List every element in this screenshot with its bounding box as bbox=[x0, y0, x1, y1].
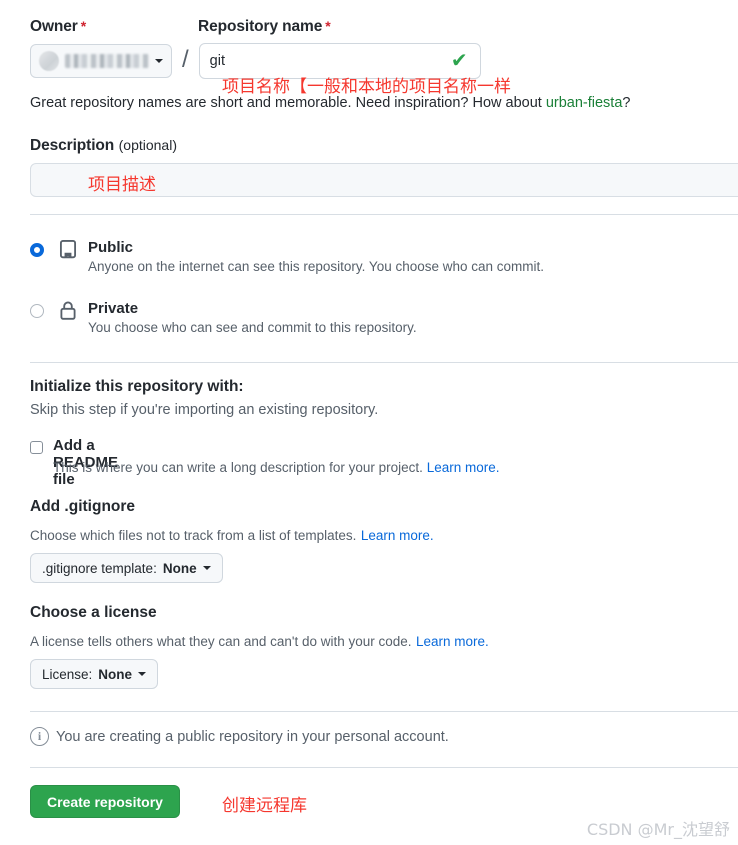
avatar bbox=[39, 51, 59, 71]
repo-name-label: Repository name bbox=[198, 18, 323, 35]
description-label: Description bbox=[30, 137, 115, 154]
radio-private[interactable] bbox=[30, 304, 44, 318]
visibility-private-title: Private bbox=[88, 300, 139, 317]
repository-name-value: git bbox=[209, 53, 225, 69]
initialize-subtitle: Skip this step if you're importing an ex… bbox=[30, 401, 378, 419]
readme-description-text: This is where you can write a long descr… bbox=[53, 460, 423, 475]
annotation-create-repository: 创建远程库 bbox=[222, 796, 307, 816]
license-description-text: A license tells others what they can and… bbox=[30, 634, 412, 649]
chevron-down-icon bbox=[155, 59, 163, 63]
gitignore-template-dropdown-value: None bbox=[162, 560, 197, 576]
gitignore-title-text: Add .gitignore bbox=[30, 498, 136, 515]
repo-name-help-prefix: Great repository names are short and mem… bbox=[30, 95, 546, 111]
info-icon: i bbox=[30, 727, 49, 746]
gitignore-learn-more-link[interactable]: Learn more. bbox=[361, 528, 434, 543]
gitignore-template-dropdown-wrap: .gitignore template: None bbox=[30, 553, 223, 583]
gitignore-title: Add .gitignore bbox=[30, 498, 135, 516]
repo-name-help: Great repository names are short and mem… bbox=[30, 95, 630, 111]
owner-label: Owner bbox=[30, 18, 78, 35]
license-dropdown-wrap: License: None bbox=[30, 659, 159, 689]
create-repository-button[interactable]: Create repository bbox=[30, 785, 180, 818]
initialize-title: Initialize this repository with: bbox=[30, 378, 244, 396]
inputs-line: / git ✔ bbox=[30, 43, 720, 79]
readme-learn-more-link[interactable]: Learn more. bbox=[427, 460, 500, 475]
checkbox-add-readme[interactable] bbox=[30, 441, 43, 454]
license-description: A license tells others what they can and… bbox=[30, 632, 489, 652]
repo-name-suggestion-link[interactable]: urban-fiesta bbox=[546, 95, 623, 111]
radio-public[interactable] bbox=[30, 243, 44, 257]
license-title-text: Choose a license bbox=[30, 604, 157, 621]
check-icon: ✔ bbox=[450, 50, 468, 72]
divider-submit bbox=[30, 767, 738, 768]
description-optional-label: (optional) bbox=[118, 137, 177, 153]
divider-description bbox=[30, 214, 738, 215]
lock-icon bbox=[58, 300, 78, 327]
description-input[interactable] bbox=[30, 163, 738, 197]
repo-book-icon bbox=[58, 239, 78, 266]
license-learn-more-link[interactable]: Learn more. bbox=[416, 634, 489, 649]
visibility-public-title: Public bbox=[88, 239, 134, 256]
divider-license bbox=[30, 711, 738, 712]
field-labels: Owner * Repository name * bbox=[30, 18, 720, 36]
visibility-public-description: Anyone on the internet can see this repo… bbox=[88, 259, 545, 274]
initialize-subtitle-text: Skip this step if you're importing an ex… bbox=[30, 402, 379, 418]
create-repository-button-label: Create repository bbox=[47, 793, 163, 810]
owner-name-redacted bbox=[65, 54, 149, 68]
owner-label-wrap: Owner * bbox=[30, 18, 198, 36]
repo-name-required-asterisk: * bbox=[325, 18, 331, 34]
divider-visibility bbox=[30, 362, 738, 363]
owner-select[interactable] bbox=[30, 44, 172, 78]
license-dropdown-label: License: bbox=[42, 666, 93, 682]
owner-and-name-row: Owner * Repository name * / git ✔ bbox=[30, 18, 720, 79]
info-notice: i You are creating a public repository i… bbox=[30, 727, 449, 746]
watermark: CSDN @Mr_沈望舒 bbox=[586, 820, 730, 839]
description-label-wrap: Description (optional) bbox=[30, 137, 177, 155]
owner-required-asterisk: * bbox=[80, 18, 87, 34]
visibility-private-description: You choose who can see and commit to thi… bbox=[88, 320, 417, 335]
repo-name-help-suffix: ? bbox=[622, 95, 631, 111]
gitignore-description-text: Choose which files not to track from a l… bbox=[30, 528, 357, 543]
repository-name-input[interactable]: git ✔ bbox=[198, 43, 481, 79]
initialize-title-text: Initialize this repository with: bbox=[30, 378, 244, 395]
chevron-down-icon bbox=[138, 672, 147, 676]
gitignore-template-dropdown[interactable]: .gitignore template: None bbox=[30, 553, 223, 583]
repo-name-label-wrap: Repository name * bbox=[198, 18, 331, 36]
gitignore-template-dropdown-label: .gitignore template: bbox=[42, 560, 157, 576]
license-dropdown[interactable]: License: None bbox=[30, 659, 159, 689]
chevron-down-icon bbox=[202, 566, 211, 570]
gitignore-description: Choose which files not to track from a l… bbox=[30, 526, 434, 546]
license-dropdown-value: None bbox=[98, 666, 133, 682]
create-repository-form: Owner * Repository name * / git ✔ 项目名称【一般和… bbox=[0, 0, 738, 845]
readme-description: This is where you can write a long descr… bbox=[53, 460, 499, 475]
license-title: Choose a license bbox=[30, 604, 157, 622]
info-notice-text: You are creating a public repository in … bbox=[56, 728, 449, 745]
path-separator: / bbox=[182, 45, 189, 73]
